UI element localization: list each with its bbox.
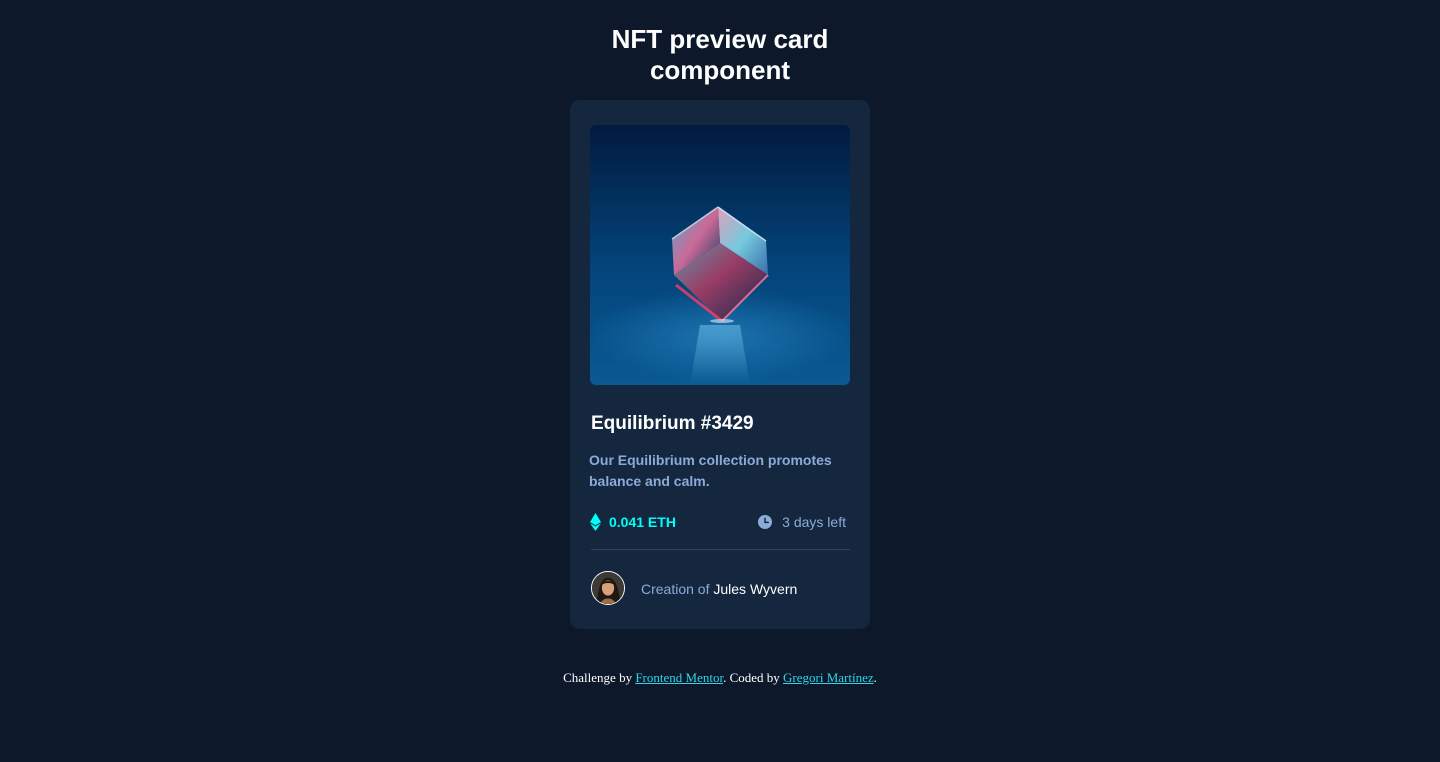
clock-icon xyxy=(758,515,773,529)
attribution-suffix: . xyxy=(873,670,877,685)
price: 0.041 ETH xyxy=(590,511,676,533)
creator-prefix: Creation of xyxy=(641,581,710,597)
attribution: Challenge by Frontend Mentor. Coded by G… xyxy=(0,669,1440,687)
nft-card: Equilibrium #3429 Our Equilibrium collec… xyxy=(570,100,870,629)
ethereum-icon xyxy=(590,513,601,531)
creator: Creation of Jules Wyvern xyxy=(641,579,797,599)
price-value: 0.041 ETH xyxy=(609,514,676,530)
attribution-middle: . Coded by xyxy=(723,670,784,685)
page-title-line-1: NFT preview card xyxy=(611,24,829,54)
time-left: 3 days left xyxy=(758,511,846,533)
creator-name[interactable]: Jules Wyvern xyxy=(713,581,797,597)
page-title: NFT preview card component xyxy=(0,24,1440,86)
attribution-prefix: Challenge by xyxy=(563,670,636,685)
page-title-line-2: component xyxy=(649,55,791,85)
nft-description: Our Equilibrium collection promotes bala… xyxy=(589,452,832,489)
avatar xyxy=(591,571,625,605)
frontend-mentor-link[interactable]: Frontend Mentor xyxy=(635,670,723,685)
author-link[interactable]: Gregori Martínez xyxy=(783,670,874,685)
time-left-text: 3 days left xyxy=(782,514,846,530)
nft-title[interactable]: Equilibrium #3429 xyxy=(591,412,754,436)
divider xyxy=(591,549,850,550)
nft-image[interactable] xyxy=(590,125,850,385)
